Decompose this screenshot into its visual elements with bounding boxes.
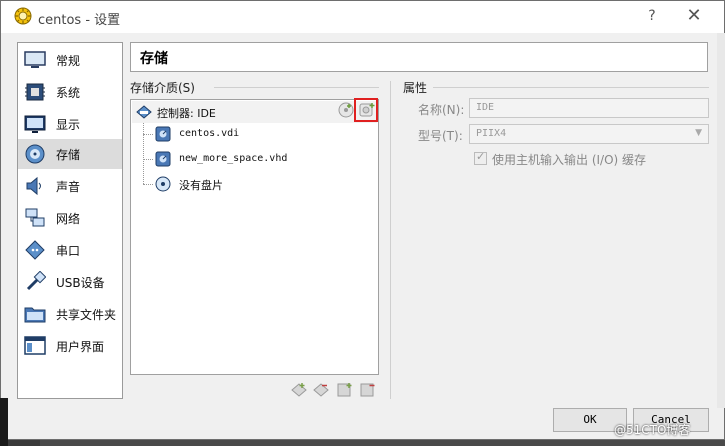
right-edge bbox=[717, 33, 725, 408]
disk-name: centos.vdi bbox=[179, 128, 240, 139]
type-value: PIIX4 bbox=[476, 128, 507, 139]
shared-folder-icon bbox=[24, 307, 46, 323]
ide-controller-icon bbox=[136, 105, 152, 119]
name-label: 名称(N): bbox=[418, 103, 465, 117]
sidebar-item-label: 常规 bbox=[56, 54, 81, 68]
sidebar-item-network[interactable]: 网络 bbox=[18, 203, 122, 233]
hard-disk-icon bbox=[155, 126, 171, 142]
sidebar-item-label: 显示 bbox=[56, 118, 81, 132]
serial-port-icon bbox=[25, 240, 45, 260]
storage-tree[interactable]: 控制器: IDE centos.vdi new_more_space.vhd 没… bbox=[130, 99, 379, 375]
desktop-background bbox=[40, 440, 725, 446]
storage-disk-icon bbox=[25, 144, 45, 164]
sidebar-item-audio[interactable]: 声音 bbox=[18, 171, 122, 201]
sidebar-item-system[interactable]: 系统 bbox=[18, 77, 122, 107]
sidebar-item-label: 共享文件夹 bbox=[56, 308, 117, 322]
tree-item-centos-vdi[interactable]: centos.vdi bbox=[131, 123, 378, 145]
virtualbox-icon bbox=[14, 7, 32, 25]
storage-media-label: 存储介质(S) bbox=[130, 81, 195, 95]
system-chip-icon bbox=[25, 83, 45, 101]
optical-disc-icon bbox=[155, 176, 171, 192]
host-io-cache-label: 使用主机输入输出 (I/O) 缓存 bbox=[492, 153, 647, 167]
disk-name: new_more_space.vhd bbox=[179, 153, 288, 164]
sidebar-item-label: 串口 bbox=[56, 244, 81, 258]
sidebar-item-serial[interactable]: 串口 bbox=[18, 235, 122, 265]
sidebar-item-display[interactable]: 显示 bbox=[18, 109, 122, 139]
sidebar-item-label: USB设备 bbox=[56, 276, 105, 290]
remove-attachment-icon[interactable] bbox=[359, 381, 377, 399]
sidebar-item-user-interface[interactable]: 用户界面 bbox=[18, 331, 122, 361]
name-field[interactable]: IDE bbox=[469, 98, 709, 118]
settings-window: centos - 设置 ? ✕ 常规 系统 显示 存储 声音 网络 串口 USB… bbox=[0, 0, 725, 440]
section-divider bbox=[433, 87, 709, 88]
tree-item-empty-optical[interactable]: 没有盘片 bbox=[131, 173, 378, 195]
sidebar-item-label: 系统 bbox=[56, 86, 81, 100]
close-button[interactable]: ✕ bbox=[681, 5, 707, 27]
title-bar: centos - 设置 ? ✕ bbox=[1, 1, 724, 33]
window-title: centos - 设置 bbox=[38, 13, 121, 28]
chevron-down-icon: ▼ bbox=[695, 128, 702, 138]
sidebar-item-label: 网络 bbox=[56, 212, 81, 226]
attributes-label: 属性 bbox=[403, 81, 428, 95]
checkmark-icon: ✓ bbox=[476, 150, 486, 163]
help-button[interactable]: ? bbox=[639, 5, 665, 27]
hard-disk-icon bbox=[155, 151, 171, 167]
tree-item-new-more-space-vhd[interactable]: new_more_space.vhd bbox=[131, 148, 378, 170]
disk-name: 没有盘片 bbox=[179, 179, 223, 192]
sidebar-item-storage[interactable]: 存储 bbox=[18, 139, 122, 169]
add-optical-drive-icon[interactable] bbox=[338, 102, 354, 118]
sidebar-item-shared-folders[interactable]: 共享文件夹 bbox=[18, 299, 122, 329]
speaker-icon bbox=[26, 176, 41, 196]
sidebar-item-general[interactable]: 常规 bbox=[18, 45, 122, 75]
type-label: 型号(T): bbox=[418, 129, 463, 143]
user-interface-icon bbox=[24, 336, 46, 355]
add-controller-icon[interactable] bbox=[290, 381, 308, 399]
settings-sidebar: 常规 系统 显示 存储 声音 网络 串口 USB设备 共享文件夹 用户界面 bbox=[17, 42, 123, 399]
watermark: @51CTO博客 bbox=[614, 423, 691, 437]
add-hard-disk-highlight bbox=[354, 98, 378, 122]
display-icon bbox=[24, 115, 46, 133]
page-title: 存储 bbox=[140, 51, 168, 67]
sidebar-item-usb[interactable]: USB设备 bbox=[18, 267, 122, 297]
sidebar-item-label: 存储 bbox=[56, 148, 81, 162]
name-value: IDE bbox=[476, 102, 495, 113]
vertical-divider bbox=[390, 81, 391, 399]
network-icon bbox=[25, 208, 45, 227]
host-io-cache-checkbox[interactable]: ✓ bbox=[474, 150, 487, 165]
remove-controller-icon[interactable] bbox=[312, 381, 330, 399]
add-attachment-icon[interactable] bbox=[336, 381, 354, 399]
desktop-background bbox=[0, 398, 8, 446]
sidebar-item-label: 声音 bbox=[56, 180, 81, 194]
page-title-box: 存储 bbox=[130, 42, 708, 72]
sidebar-item-label: 用户界面 bbox=[56, 340, 105, 354]
usb-icon bbox=[26, 271, 46, 291]
section-divider bbox=[214, 87, 379, 88]
type-select[interactable]: PIIX4 ▼ bbox=[469, 124, 709, 144]
general-monitor-icon bbox=[24, 51, 46, 68]
controller-label: 控制器: IDE bbox=[157, 107, 216, 120]
